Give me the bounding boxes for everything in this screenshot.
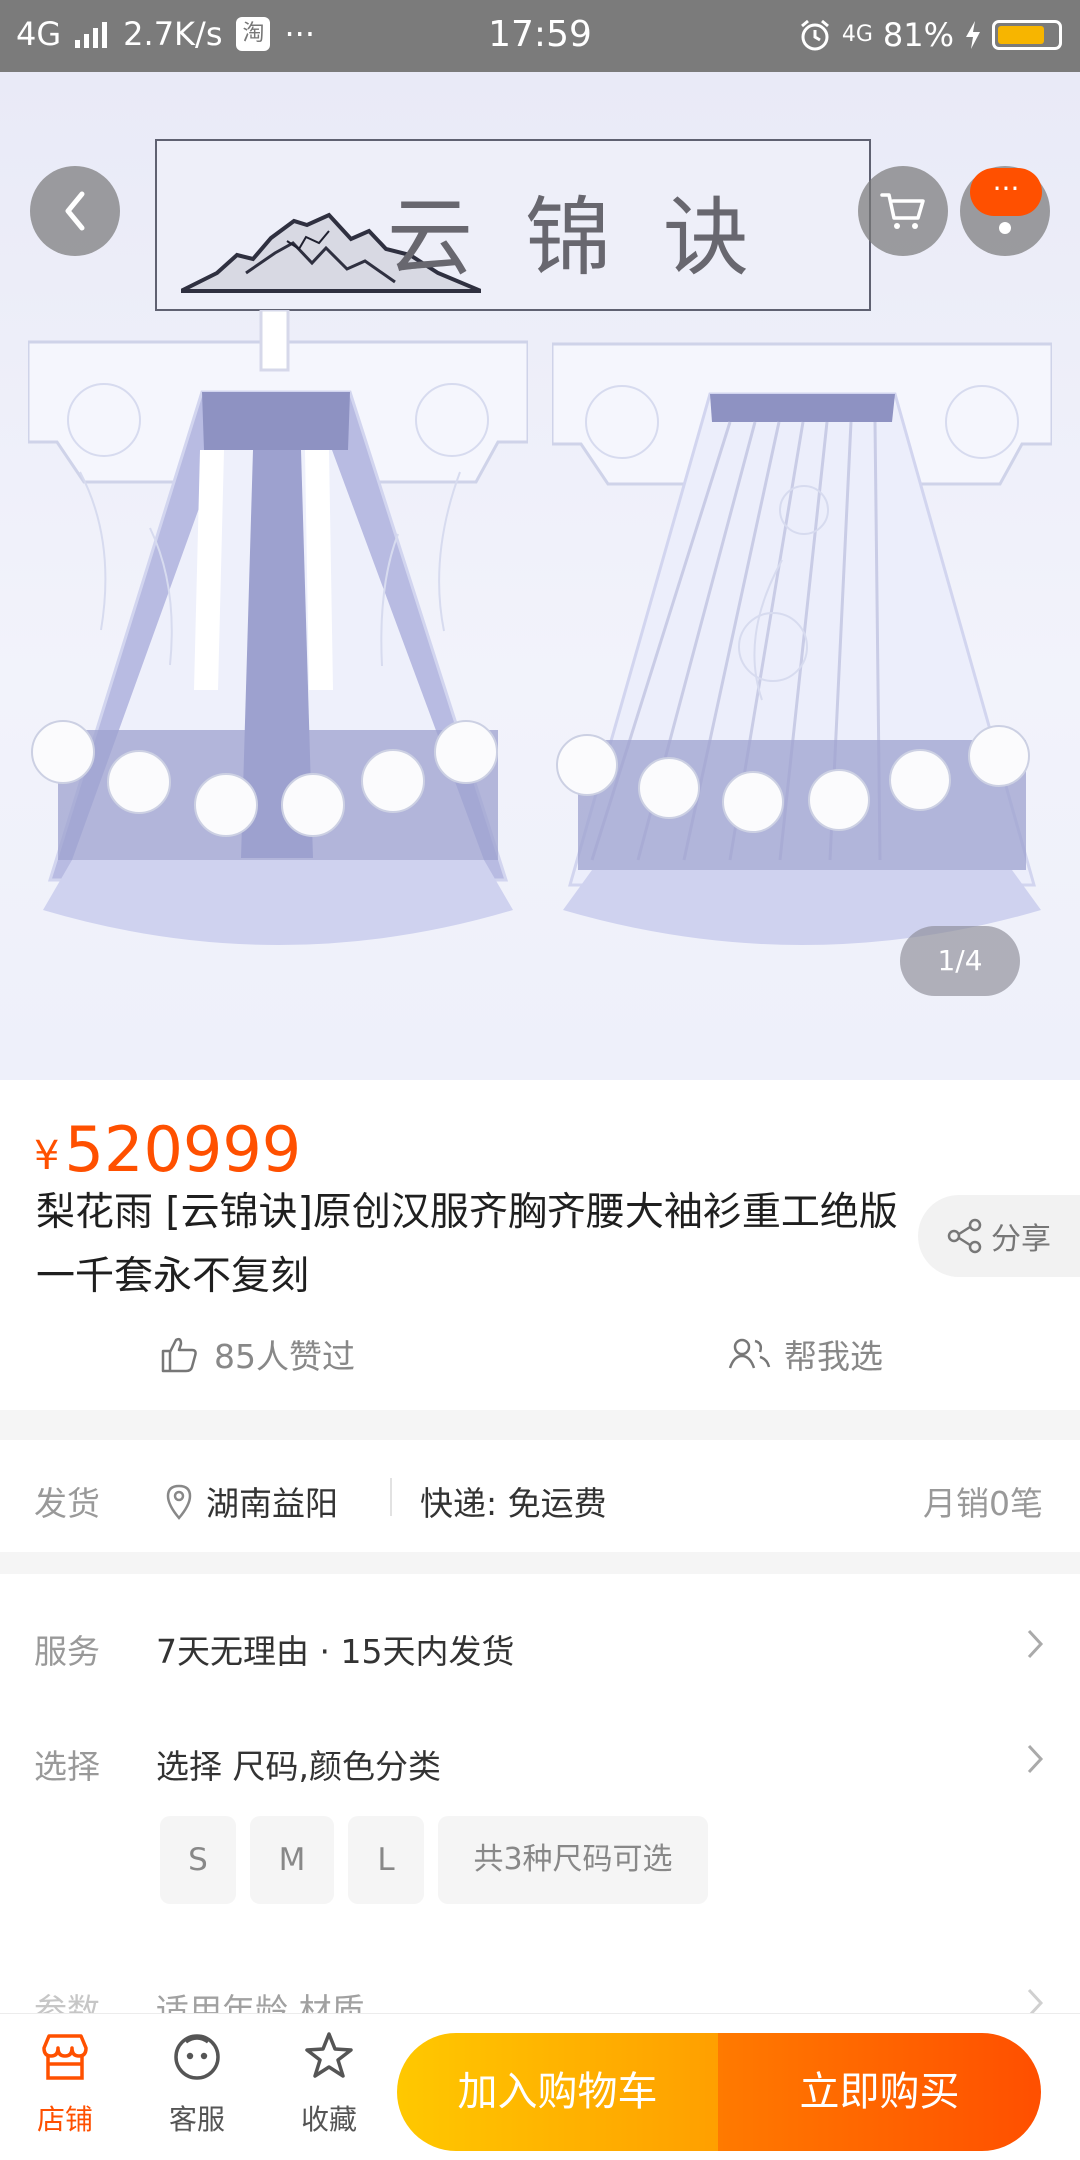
network-type-right: 4G [841,22,873,47]
likes-label: 85人赞过 [214,1337,355,1376]
like-button[interactable]: 85人赞过 [158,1330,355,1378]
product-price: ¥ 520999 [34,1115,301,1185]
garment-front-image [28,310,528,945]
star-icon [305,2032,353,2078]
shipping-fee: 快递: 免运费 [420,1484,607,1523]
size-chip-list: S M L 共3种尺码可选 [160,1816,708,1904]
size-summary-chip[interactable]: 共3种尺码可选 [438,1816,708,1904]
add-to-cart-button[interactable]: 加入购物车 [397,2033,718,2151]
brand-banner: 云锦诀 [155,139,871,311]
tab-customer-service-label: 客服 [168,2103,225,2136]
delivery-label: 发货 [34,1484,100,1523]
customer-service-icon [174,2034,220,2080]
selection-label: 选择 [34,1747,100,1786]
garment-back-image [552,342,1052,945]
more-icon [999,222,1011,234]
help-label: 帮我选 [784,1337,883,1376]
size-chip-m[interactable]: M [250,1816,334,1904]
section-gap [0,1410,1080,1440]
product-image-gallery[interactable]: 云锦诀 ··· 1/4 [0,72,1080,1080]
delivery-row: 发货 湖南益阳 快递: 免运费 月销0笔 [0,1440,1080,1552]
share-label: 分享 [991,1222,1051,1257]
product-title: 梨花雨 [云锦诀]原创汉服齐胸齐腰大袖衫重工绝版一千套永不复刻 [36,1190,898,1299]
status-right: 4G 81% [798,14,1062,56]
tab-shop-label: 店铺 [36,2103,93,2136]
tab-customer-service[interactable]: 客服 [142,2028,252,2138]
people-icon [728,1338,771,1369]
service-row[interactable]: 7天无理由 · 15天内发货 [156,1625,514,1673]
size-chip-l[interactable]: L [348,1816,424,1904]
tab-favorite[interactable]: 收藏 [274,2028,384,2138]
product-info: ¥ 520999 梨花雨 [云锦诀]原创汉服齐胸齐腰大袖衫重工绝版一千套永不复刻… [0,1080,1080,1410]
status-bar: 4G 2.7K/s 淘 ··· 17:59 4G 81% [0,0,1080,72]
delivery-location: 湖南益阳 [162,1477,338,1525]
battery-icon [992,20,1062,50]
selection-row[interactable]: 选择 尺码,颜色分类 [156,1740,441,1788]
service-label: 服务 [34,1632,100,1671]
charging-icon [966,21,980,49]
more-badge[interactable]: ··· [970,168,1042,216]
chevron-right-icon[interactable] [1024,1627,1046,1661]
back-button[interactable] [30,166,120,256]
delivery-divider [390,1478,392,1516]
location-pin-icon [166,1484,192,1520]
chevron-right-icon[interactable] [1024,1742,1046,1776]
cart-button[interactable] [858,166,948,256]
brand-title: 云锦诀 [387,188,801,288]
help-me-choose-button[interactable]: 帮我选 [724,1330,883,1378]
cart-icon [880,193,925,229]
chevron-left-icon [65,191,85,231]
alarm-icon [800,19,829,51]
tab-favorite-label: 收藏 [300,2103,357,2136]
share-button[interactable]: 分享 [918,1195,1080,1277]
battery-fill [998,26,1044,44]
battery-percentage: 81% [882,16,954,54]
delivery-location-label: 湖南益阳 [206,1484,338,1523]
store-icon [42,2034,88,2080]
monthly-sales: 月销0笔 [923,1484,1043,1523]
product-options: 服务 7天无理由 · 15天内发货 选择 选择 尺码,颜色分类 S M L 共3… [0,1574,1080,2030]
bottom-action-bar: 店铺 客服 收藏 加入购物车 立即购买 [0,2013,1080,2160]
section-gap [0,1552,1080,1574]
price-value: 520999 [64,1113,302,1186]
thumbs-up-icon [161,1337,197,1373]
purchase-actions: 加入购物车 立即购买 [397,2033,1041,2151]
buy-now-button[interactable]: 立即购买 [718,2033,1041,2151]
price-currency: ¥ [34,1133,60,1179]
size-chip-s[interactable]: S [160,1816,236,1904]
tab-shop[interactable]: 店铺 [10,2028,120,2138]
image-page-indicator: 1/4 [900,926,1020,996]
share-icon [947,1218,982,1254]
